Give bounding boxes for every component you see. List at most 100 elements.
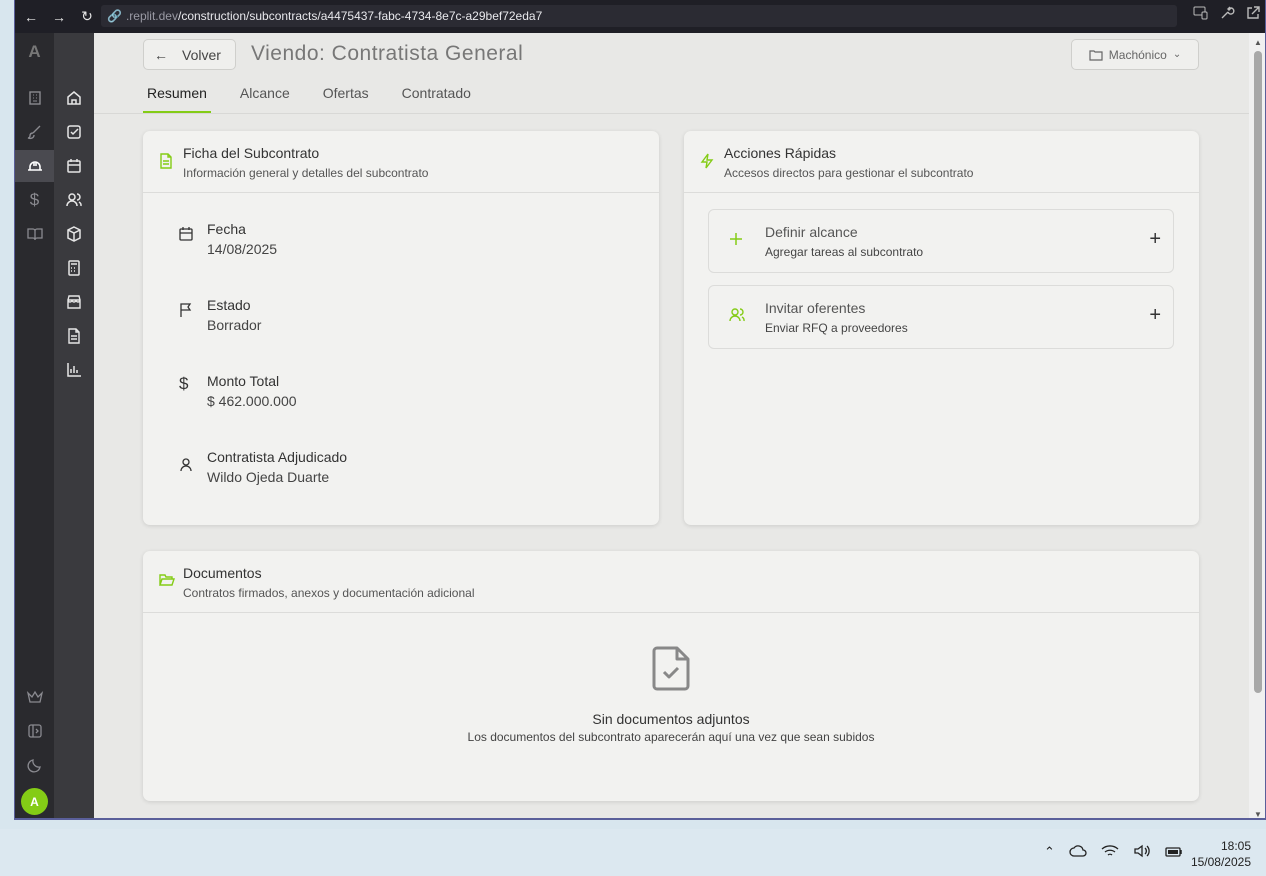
app-rail: A $ A: [15, 33, 54, 818]
back-arrow-icon[interactable]: ←: [19, 5, 43, 29]
sidebar-toggle-icon[interactable]: [15, 715, 54, 747]
field-value: $ 462.000.000: [207, 393, 297, 409]
volume-icon[interactable]: [1133, 844, 1151, 858]
scroll-up-icon[interactable]: ▲: [1254, 38, 1262, 47]
field-label: Fecha: [207, 221, 246, 237]
reload-icon[interactable]: ↻: [75, 5, 99, 29]
chevron-up-icon[interactable]: ⌃: [1044, 844, 1055, 860]
address-bar[interactable]: 🔗 .replit.dev/construction/subcontracts/…: [101, 5, 1177, 27]
acciones-subtitle: Accesos directos para gestionar el subco…: [724, 166, 974, 180]
store-icon[interactable]: [54, 286, 94, 318]
chevron-down-icon: ⌄: [1172, 49, 1182, 60]
tab-alcance[interactable]: Alcance: [236, 85, 294, 113]
clock-time: 18:05: [1220, 839, 1251, 853]
arrow-left-icon: ←: [154, 46, 168, 63]
ficha-header: Ficha del Subcontrato Información genera…: [143, 131, 659, 193]
ficha-card: Ficha del Subcontrato Información genera…: [143, 131, 659, 525]
document-icon[interactable]: [54, 320, 94, 352]
moon-icon[interactable]: [15, 749, 54, 781]
back-button[interactable]: ← Volver: [143, 39, 236, 70]
module-sidebar: [54, 33, 94, 818]
tab-ofertas[interactable]: Ofertas: [319, 85, 373, 113]
browser-window: ← → ↻ 🔗 .replit.dev/construction/subcont…: [14, 0, 1266, 820]
forward-arrow-icon[interactable]: →: [47, 5, 71, 29]
action-subtitle: Agregar tareas al subcontrato: [765, 245, 924, 259]
wrench-icon[interactable]: [1219, 5, 1235, 21]
scrollbar[interactable]: ▲ ▼: [1249, 33, 1265, 818]
app-logo: A: [28, 42, 41, 61]
clock-date: 15/08/2025: [1190, 855, 1251, 869]
calendar-icon: [179, 227, 193, 241]
acciones-card: Acciones Rápidas Accesos directos para g…: [684, 131, 1199, 525]
ficha-subtitle: Información general y detalles del subco…: [183, 166, 429, 180]
ficha-title: Ficha del Subcontrato: [183, 145, 320, 161]
field-label: Estado: [207, 297, 251, 313]
tab-divider: [94, 113, 1249, 114]
avatar[interactable]: A: [21, 788, 48, 815]
plus-icon: +: [1149, 304, 1161, 326]
field-value: 14/08/2025: [207, 241, 278, 257]
documentos-header: Documentos Contratos firmados, anexos y …: [143, 551, 1199, 613]
book-icon[interactable]: [15, 218, 54, 250]
field-label: Monto Total: [207, 373, 280, 389]
chart-icon[interactable]: [54, 354, 94, 386]
documentos-subtitle: Contratos firmados, anexos y documentaci…: [183, 586, 475, 600]
checkbox-icon[interactable]: [54, 116, 94, 148]
url-path: /construction/subcontracts/a4475437-fabc…: [177, 9, 543, 23]
system-clock[interactable]: 18:05 15/08/2025: [1191, 838, 1251, 870]
external-link-icon[interactable]: [1245, 5, 1261, 21]
project-selector[interactable]: Machónico ⌄: [1071, 39, 1199, 70]
users-icon: [729, 308, 745, 322]
cloud-icon[interactable]: [1069, 844, 1087, 858]
wifi-icon[interactable]: [1101, 844, 1119, 858]
tab-contratado[interactable]: Contratado: [398, 85, 475, 113]
dollar-icon[interactable]: $: [15, 184, 54, 216]
documentos-title: Documentos: [183, 565, 262, 581]
field-label: Contratista Adjudicado: [207, 449, 348, 465]
definir-alcance-action[interactable]: Definir alcance Agregar tareas al subcon…: [708, 209, 1174, 273]
main-content: ← Volver Viendo: Contratista General Mac…: [94, 33, 1249, 818]
invitar-oferentes-action[interactable]: Invitar oferentes Enviar RFQ a proveedor…: [708, 285, 1174, 349]
empty-title: Sin documentos adjuntos: [592, 711, 750, 727]
action-title: Invitar oferentes: [765, 300, 866, 316]
action-subtitle: Enviar RFQ a proveedores: [765, 321, 908, 335]
empty-subtitle: Los documentos del subcontrato aparecerá…: [467, 730, 875, 744]
crown-icon[interactable]: [15, 681, 54, 713]
box-icon[interactable]: [54, 218, 94, 250]
tab-resumen[interactable]: Resumen: [143, 85, 211, 113]
home-icon[interactable]: [54, 82, 94, 114]
project-label: Machónico: [1108, 47, 1167, 62]
tab-bar: Resumen Alcance Ofertas Contratado: [143, 85, 500, 113]
page-title: Viendo: Contratista General: [251, 42, 524, 65]
field-value: Wildo Ojeda Duarte: [207, 469, 330, 485]
zap-icon: [700, 153, 714, 169]
back-label: Volver: [182, 46, 221, 63]
plus-icon: +: [1149, 228, 1161, 250]
link-icon: 🔗: [107, 9, 122, 23]
devices-icon[interactable]: [1193, 5, 1209, 21]
folder-open-icon: [159, 574, 175, 586]
battery-icon[interactable]: [1165, 844, 1183, 858]
user-icon: [180, 458, 192, 472]
field-value: Borrador: [207, 317, 262, 333]
acciones-header: Acciones Rápidas Accesos directos para g…: [684, 131, 1199, 193]
acciones-title: Acciones Rápidas: [724, 145, 837, 161]
scroll-thumb[interactable]: [1254, 51, 1262, 693]
dollar-icon: $: [179, 374, 189, 393]
taskbar: ⌃ 18:05 15/08/2025: [0, 829, 1266, 876]
flag-icon: [180, 303, 192, 317]
scroll-down-icon[interactable]: ▼: [1254, 810, 1262, 818]
browser-toolbar: ← → ↻ 🔗 .replit.dev/construction/subcont…: [15, 0, 1265, 33]
file-check-icon: [652, 646, 690, 691]
action-title: Definir alcance: [765, 224, 858, 240]
calculator-icon[interactable]: [54, 252, 94, 284]
calendar-icon[interactable]: [54, 150, 94, 182]
hardhat-icon[interactable]: [15, 150, 54, 182]
plus-icon: [730, 233, 742, 245]
documentos-card: Documentos Contratos firmados, anexos y …: [143, 551, 1199, 801]
brush-icon[interactable]: [15, 116, 54, 148]
folder-icon: [1089, 49, 1103, 61]
url-host: .replit.dev: [125, 9, 178, 23]
building-icon[interactable]: [15, 82, 54, 114]
users-icon[interactable]: [54, 184, 94, 216]
